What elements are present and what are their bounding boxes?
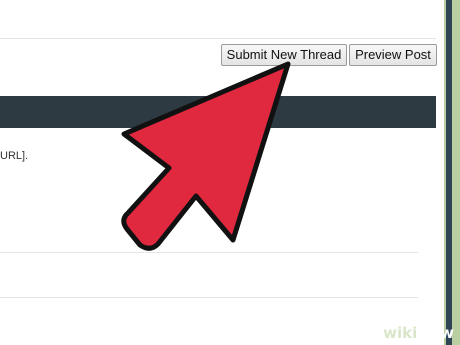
watermark: wikiHow [383,324,454,342]
pointer-arrow-icon [121,61,291,251]
